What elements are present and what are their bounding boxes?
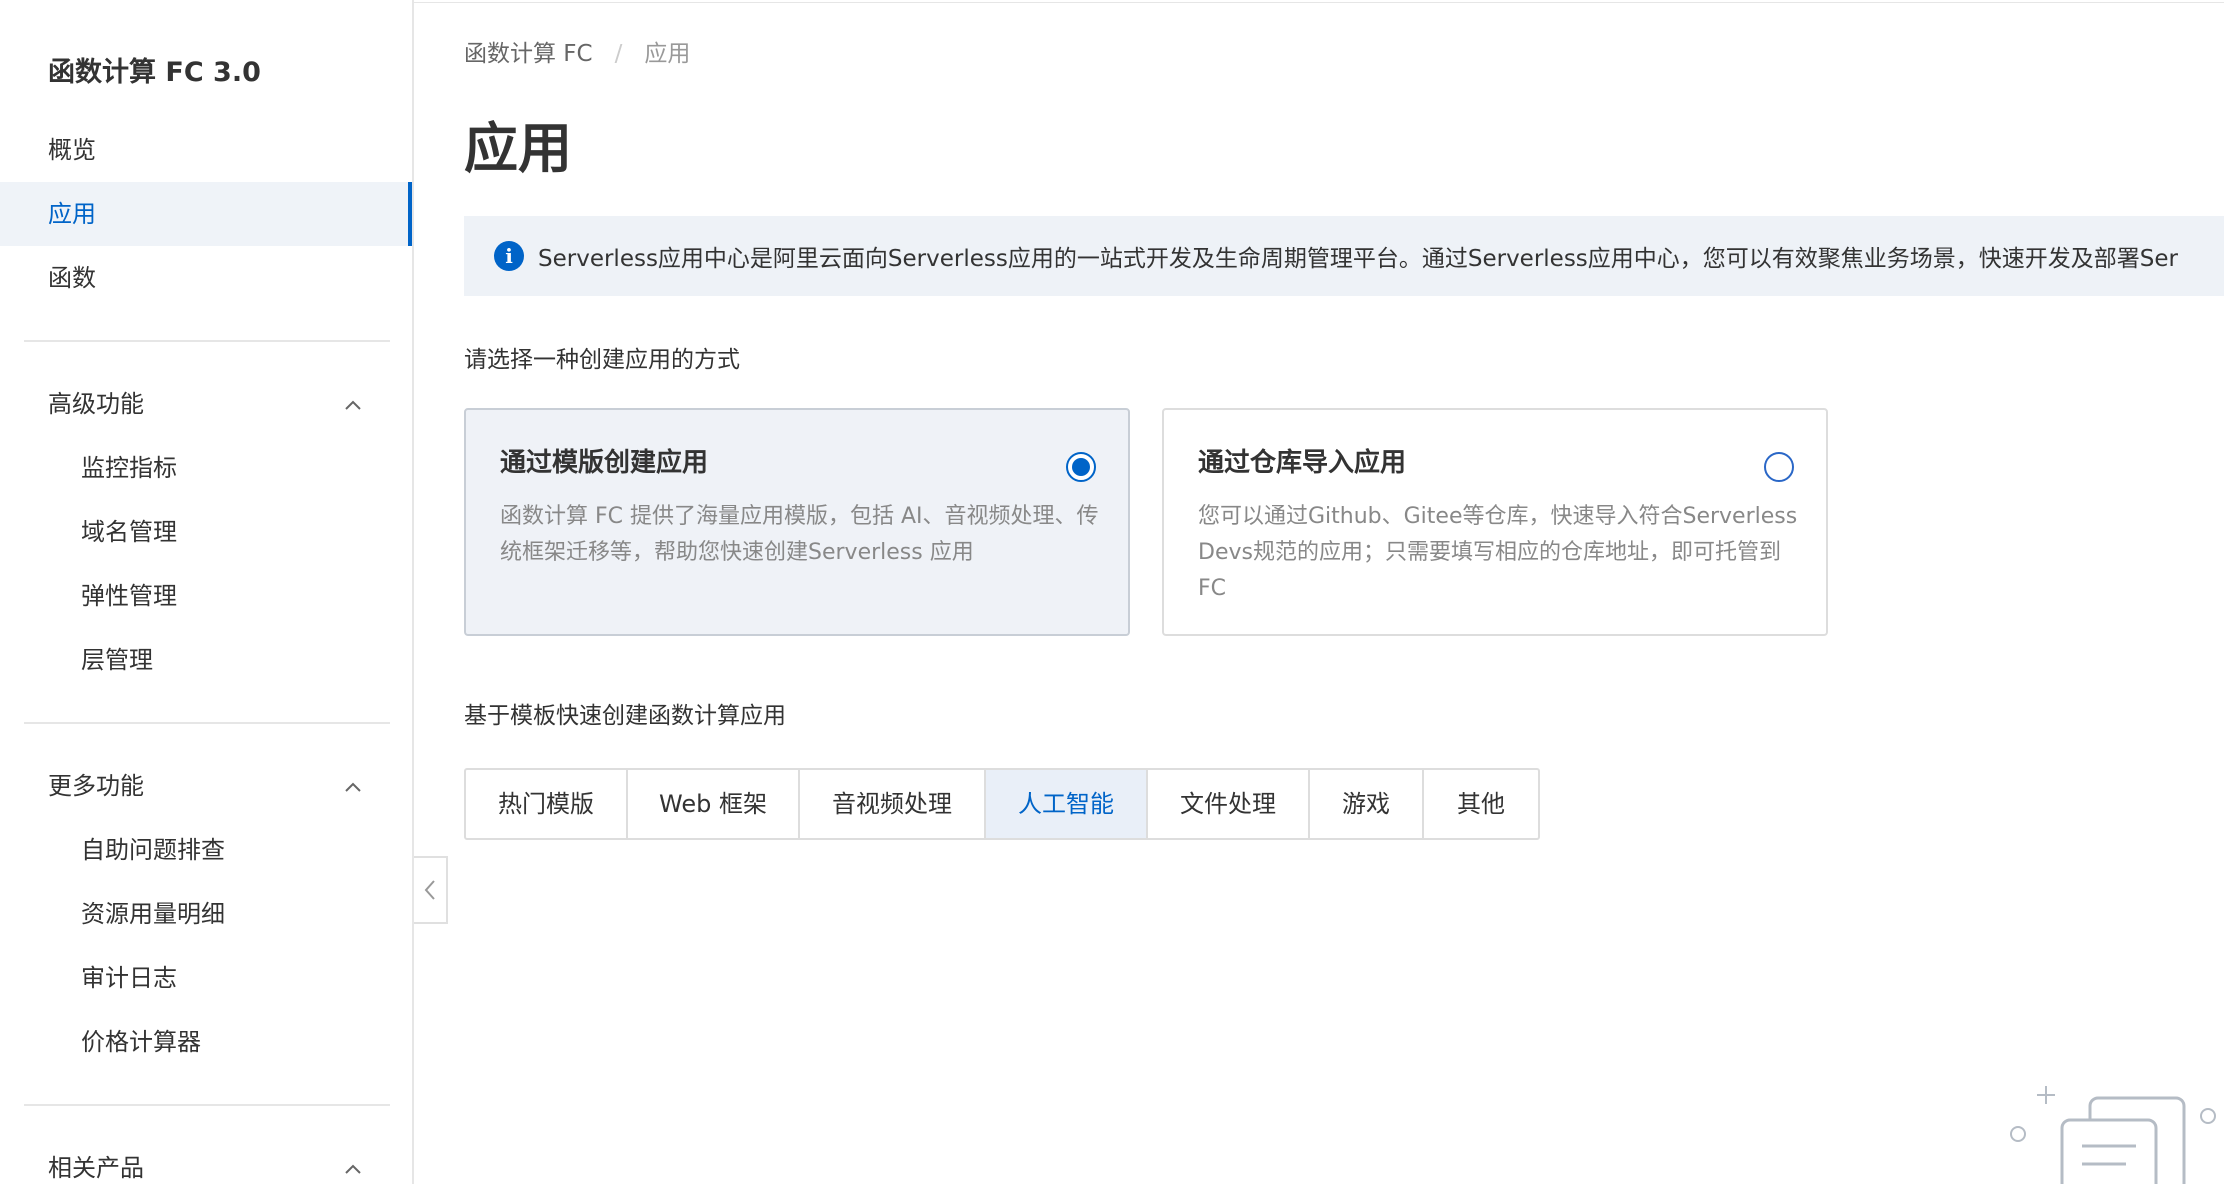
sidebar: 函数计算 FC 3.0 概览 应用 函数 高级功能 监控指标 域名管理 弹性管理… (0, 0, 414, 1184)
sidebar-divider (24, 722, 390, 724)
sidebar-item-label: 弹性管理 (81, 582, 177, 610)
sidebar-divider (24, 340, 390, 342)
sidebar-title: 函数计算 FC 3.0 (48, 57, 261, 88)
sidebar-item-label: 函数 (48, 264, 96, 292)
page-title: 应用 (464, 117, 572, 180)
breadcrumb-root[interactable]: 函数计算 FC (464, 41, 593, 67)
sidebar-group-more[interactable]: 更多功能 (0, 754, 412, 818)
card-title: 通过仓库导入应用 (1198, 448, 1407, 478)
card-title: 通过模版创建应用 (500, 448, 709, 478)
sidebar-item-label: 审计日志 (81, 964, 177, 992)
sidebar-group-related[interactable]: 相关产品 (0, 1136, 412, 1200)
sidebar-item-applications[interactable]: 应用 (0, 182, 412, 246)
sidebar-item-functions[interactable]: 函数 (0, 246, 412, 310)
sidebar-item-label: 监控指标 (81, 454, 177, 482)
tab-audio-video[interactable]: 音视频处理 (800, 770, 986, 838)
sidebar-item-label: 应用 (48, 200, 96, 228)
info-text: Serverless应用中心是阿里云面向Serverless应用的一站式开发及生… (538, 246, 2178, 272)
import-from-repo-card[interactable]: 通过仓库导入应用 您可以通过Github、Gitee等仓库，快速导入符合Serv… (1162, 408, 1828, 636)
card-description: 函数计算 FC 提供了海量应用模版，包括 AI、音视频处理、传统框架迁移等，帮助… (500, 504, 1099, 565)
card-description: 您可以通过Github、Gitee等仓库，快速导入符合Serverless De… (1198, 504, 1798, 601)
sidebar-item-label: 资源用量明细 (81, 900, 225, 928)
sidebar-item-price-calculator[interactable]: 价格计算器 (0, 1010, 412, 1074)
sidebar-item-label: 层管理 (81, 646, 153, 674)
breadcrumb-current: 应用 (644, 41, 691, 67)
template-section-label: 基于模板快速创建函数计算应用 (464, 703, 786, 729)
radio-unselected[interactable] (1764, 452, 1794, 482)
tab-file-processing[interactable]: 文件处理 (1148, 770, 1310, 838)
sidebar-item-domains[interactable]: 域名管理 (0, 500, 412, 564)
sidebar-group-label: 相关产品 (48, 1154, 144, 1182)
create-from-template-card[interactable]: 通过模版创建应用 函数计算 FC 提供了海量应用模版，包括 AI、音视频处理、传… (464, 408, 1130, 636)
sidebar-item-troubleshoot[interactable]: 自助问题排查 (0, 818, 412, 882)
sidebar-item-usage[interactable]: 资源用量明细 (0, 882, 412, 946)
sidebar-collapse-button[interactable] (414, 856, 448, 924)
chevron-left-icon (424, 880, 435, 900)
radio-dot (1072, 458, 1090, 476)
chevron-up-icon (345, 1164, 361, 1174)
tab-hot-templates[interactable]: 热门模版 (466, 770, 628, 838)
sidebar-divider (24, 1104, 390, 1106)
info-icon: i (494, 241, 524, 271)
sidebar-item-label: 概览 (48, 136, 96, 164)
template-category-tabs: 热门模版 Web 框架 音视频处理 人工智能 文件处理 游戏 其他 (464, 768, 1540, 840)
tab-other[interactable]: 其他 (1424, 770, 1538, 838)
sidebar-item-audit-log[interactable]: 审计日志 (0, 946, 412, 1010)
radio-selected[interactable] (1066, 452, 1096, 482)
sidebar-item-label: 域名管理 (81, 518, 177, 546)
tab-games[interactable]: 游戏 (1310, 770, 1424, 838)
sidebar-group-label: 高级功能 (48, 390, 144, 418)
info-banner: i Serverless应用中心是阿里云面向Serverless应用的一站式开发… (464, 216, 2224, 296)
breadcrumb-separator: / (614, 41, 623, 67)
tab-ai[interactable]: 人工智能 (986, 770, 1148, 838)
sidebar-item-layers[interactable]: 层管理 (0, 628, 412, 692)
tab-web-framework[interactable]: Web 框架 (628, 770, 800, 838)
sidebar-item-label: 自助问题排查 (81, 836, 225, 864)
sidebar-item-monitoring[interactable]: 监控指标 (0, 436, 412, 500)
chevron-up-icon (345, 400, 361, 410)
sidebar-item-elasticity[interactable]: 弹性管理 (0, 564, 412, 628)
sidebar-group-label: 更多功能 (48, 772, 144, 800)
breadcrumb: 函数计算 FC / 应用 (464, 34, 690, 68)
create-method-label: 请选择一种创建应用的方式 (464, 347, 740, 373)
sidebar-item-label: 价格计算器 (81, 1028, 201, 1056)
sidebar-group-advanced[interactable]: 高级功能 (0, 372, 412, 436)
chevron-up-icon (345, 782, 361, 792)
sidebar-item-overview[interactable]: 概览 (0, 118, 412, 182)
empty-state-illustration-icon (2010, 1086, 2216, 1184)
